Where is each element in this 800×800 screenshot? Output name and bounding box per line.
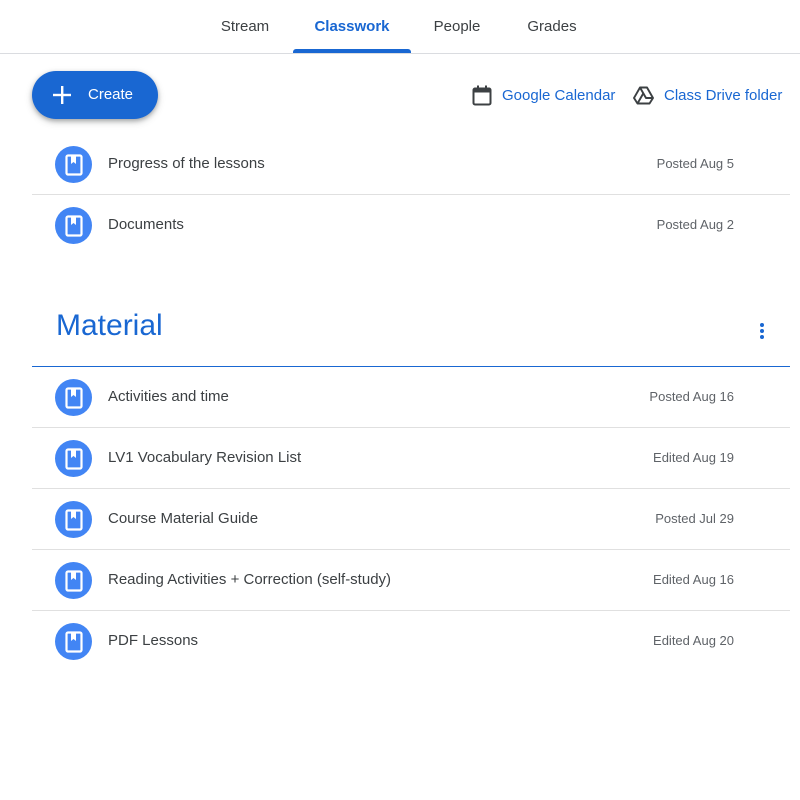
section-title: Material	[56, 309, 163, 342]
item-title: Activities and time	[108, 388, 229, 405]
material-icon	[55, 501, 92, 538]
list-item[interactable]: Reading Activities + Correction (self-st…	[32, 550, 790, 611]
class-drive-folder-link[interactable]: Class Drive folder	[633, 82, 782, 108]
list-item[interactable]: Activities and time Posted Aug 16	[32, 367, 790, 428]
google-calendar-link[interactable]: Google Calendar	[472, 82, 615, 108]
tab-classwork[interactable]: Classwork	[293, 0, 411, 53]
create-button[interactable]: Create	[32, 71, 158, 119]
list-item[interactable]: PDF Lessons Edited Aug 20	[32, 611, 790, 672]
item-title: Course Material Guide	[108, 510, 259, 527]
item-date: Posted Jul 29	[655, 511, 734, 526]
item-date: Posted Aug 5	[656, 156, 734, 171]
class-drive-folder-label: Class Drive folder	[664, 86, 783, 104]
tab-people[interactable]: People	[421, 0, 493, 53]
material-icon	[55, 562, 92, 599]
tab-bar: Stream Classwork People Grades	[0, 0, 800, 54]
calendar-icon	[472, 85, 492, 105]
list-item[interactable]: Documents Posted Aug 2	[32, 195, 790, 256]
item-date: Edited Aug 20	[653, 633, 734, 648]
create-button-label: Create	[88, 86, 134, 103]
item-title: PDF Lessons	[108, 632, 199, 649]
item-date: Edited Aug 16	[653, 572, 734, 587]
material-icon	[55, 623, 92, 660]
item-title: Reading Activities + Correction (self-st…	[108, 571, 392, 588]
list-item[interactable]: Progress of the lessons Posted Aug 5	[32, 134, 790, 195]
tab-stream[interactable]: Stream	[207, 0, 283, 53]
item-title: Progress of the lessons	[108, 155, 265, 172]
material-icon	[55, 146, 92, 183]
material-icon	[55, 207, 92, 244]
active-tab-indicator	[293, 49, 411, 53]
more-options-icon[interactable]	[752, 320, 772, 342]
tab-grades[interactable]: Grades	[512, 0, 592, 53]
item-title: Documents	[108, 216, 184, 233]
item-date: Posted Aug 2	[656, 217, 734, 232]
item-title: LV1 Vocabulary Revision List	[108, 449, 302, 466]
list-item[interactable]: LV1 Vocabulary Revision List Edited Aug …	[32, 428, 790, 489]
material-icon	[55, 440, 92, 477]
google-calendar-label: Google Calendar	[502, 86, 616, 104]
item-date: Edited Aug 19	[653, 450, 734, 465]
classwork-page: Stream Classwork People Grades Create Go…	[0, 0, 800, 800]
item-date: Posted Aug 16	[649, 389, 734, 404]
plus-icon	[53, 86, 71, 104]
material-icon	[55, 379, 92, 416]
drive-icon	[633, 86, 654, 104]
list-item[interactable]: Course Material Guide Posted Jul 29	[32, 489, 790, 550]
